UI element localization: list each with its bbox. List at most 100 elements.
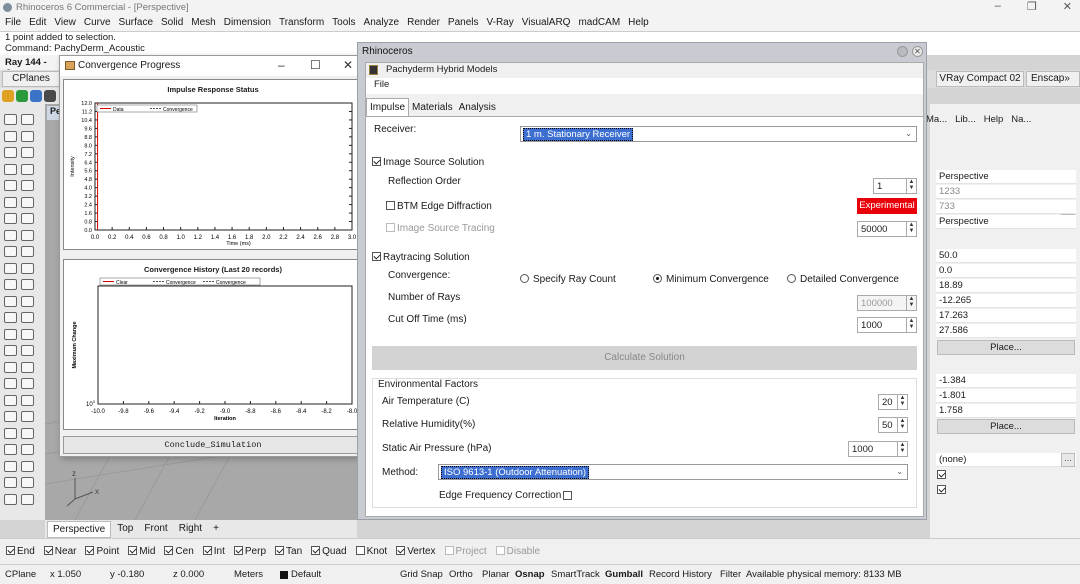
tab-materials[interactable]: Materials: [409, 98, 456, 116]
tool-icon[interactable]: [21, 394, 34, 406]
tool-icon[interactable]: [21, 279, 34, 290]
menu-edit[interactable]: Edit: [29, 17, 46, 31]
tool-icon[interactable]: [4, 361, 17, 373]
tool-icon[interactable]: [4, 345, 17, 356]
menu-file[interactable]: File: [5, 17, 21, 31]
property-field[interactable]: 1233: [936, 185, 1076, 199]
osnap-checkbox[interactable]: [202, 546, 212, 555]
tool-icon[interactable]: [21, 345, 34, 356]
osnap-checkbox[interactable]: [396, 546, 406, 555]
property-field[interactable]: 50.0: [936, 249, 1076, 263]
tool-icon[interactable]: [21, 229, 34, 241]
osnap-checkbox[interactable]: [43, 546, 53, 555]
minimize-icon[interactable]: –: [995, 0, 1001, 13]
panel-tab[interactable]: Lib...: [955, 114, 976, 128]
tab-impulse[interactable]: Impulse: [366, 98, 410, 116]
tool-icon[interactable]: [21, 147, 34, 158]
menu-file[interactable]: File: [366, 78, 923, 94]
radio-minimum-convergence[interactable]: Minimum Convergence: [653, 274, 769, 285]
tool-icon[interactable]: [21, 328, 34, 340]
tool-icon[interactable]: [21, 493, 34, 505]
viewport-tab-front[interactable]: Front: [139, 521, 173, 538]
tool-icon[interactable]: [21, 246, 34, 257]
menu-dimension[interactable]: Dimension: [224, 17, 271, 31]
property-field[interactable]: 17.263: [936, 309, 1076, 323]
menu-view[interactable]: View: [54, 17, 76, 31]
tool-icon[interactable]: [21, 361, 34, 373]
menu-panels[interactable]: Panels: [448, 17, 479, 31]
panel-tab[interactable]: Help: [984, 114, 1004, 128]
units-label[interactable]: Meters: [234, 569, 263, 580]
place-button-1[interactable]: Place...: [937, 340, 1075, 355]
tool-icon[interactable]: [4, 114, 17, 125]
tool-icon[interactable]: [21, 444, 34, 455]
panel-checkbox-2[interactable]: [937, 485, 948, 496]
cplane-label[interactable]: CPlane: [5, 569, 36, 580]
tool-icon[interactable]: [21, 460, 34, 472]
panel-tab[interactable]: Ma...: [926, 114, 947, 128]
number-of-rays-stepper[interactable]: 100000 ▲ ▼: [857, 295, 917, 311]
tool-icon[interactable]: [4, 147, 17, 158]
osnap-disable[interactable]: Disable: [495, 546, 540, 557]
tool-icon[interactable]: [4, 427, 17, 439]
menu-curve[interactable]: Curve: [84, 17, 111, 31]
conclude-simulation-button[interactable]: Conclude_Simulation: [63, 436, 363, 454]
filter-toggle[interactable]: Filter: [720, 569, 741, 580]
close-icon[interactable]: ✕: [912, 46, 923, 57]
tool-icon[interactable]: [21, 378, 34, 389]
tool-icon[interactable]: [21, 411, 34, 422]
close-icon[interactable]: ✕: [1063, 0, 1072, 13]
menu-visualarq[interactable]: VisualARQ: [522, 17, 571, 31]
print-icon[interactable]: [44, 90, 56, 102]
calculate-solution-button[interactable]: Calculate Solution: [372, 346, 917, 370]
tool-icon[interactable]: [21, 163, 34, 175]
new-file-icon[interactable]: [2, 90, 14, 102]
edge-frequency-checkbox[interactable]: [563, 491, 574, 502]
none-field[interactable]: (none): [936, 453, 1076, 467]
smarttrack-toggle[interactable]: SmartTrack: [551, 569, 600, 580]
receiver-select[interactable]: 1 m. Stationary Receiver ⌄: [520, 126, 917, 142]
menu-transform[interactable]: Transform: [279, 17, 324, 31]
menu-vray[interactable]: V-Ray: [487, 17, 514, 31]
tab-vray-compact[interactable]: VRay Compact 02: [936, 71, 1024, 87]
btm-diffraction-checkbox[interactable]: BTM Edge Diffraction: [386, 201, 492, 212]
tool-icon[interactable]: [4, 262, 17, 274]
tab-enscape[interactable]: Enscap»: [1026, 71, 1080, 87]
osnap-int[interactable]: Int: [202, 546, 225, 557]
settings-icon[interactable]: [897, 46, 908, 57]
more-button[interactable]: …: [1061, 453, 1075, 467]
radio-specify-ray-count[interactable]: Specify Ray Count: [520, 274, 616, 285]
osnap-checkbox[interactable]: [233, 546, 243, 555]
osnap-toggle[interactable]: Osnap: [515, 569, 545, 580]
tool-icon[interactable]: [4, 378, 17, 389]
static-air-pressure-stepper[interactable]: 1000 ▲ ▼: [848, 441, 908, 457]
property-field[interactable]: Perspective: [936, 170, 1076, 184]
viewport-tab-top[interactable]: Top: [112, 521, 139, 538]
property-field[interactable]: 733: [936, 200, 1076, 214]
place-button-2[interactable]: Place...: [937, 419, 1075, 434]
planar-toggle[interactable]: Planar: [482, 569, 509, 580]
menu-mesh[interactable]: Mesh: [191, 17, 215, 31]
osnap-checkbox[interactable]: [355, 546, 365, 555]
tool-icon[interactable]: [4, 312, 17, 323]
osnap-quad[interactable]: Quad: [311, 546, 347, 557]
save-icon[interactable]: [30, 90, 42, 102]
property-field[interactable]: -12.265: [936, 294, 1076, 308]
air-temperature-stepper[interactable]: 20 ▲ ▼: [878, 394, 908, 410]
menu-madcam[interactable]: madCAM: [578, 17, 620, 31]
property-field[interactable]: 27.586: [936, 324, 1076, 338]
osnap-checkbox[interactable]: [444, 546, 454, 555]
tool-icon[interactable]: [4, 163, 17, 175]
menu-help[interactable]: Help: [628, 17, 649, 31]
property-field[interactable]: -1.801: [936, 389, 1076, 403]
image-source-tracing-checkbox[interactable]: Image Source Tracing: [386, 223, 495, 234]
panel-tab[interactable]: Na...: [1011, 114, 1031, 128]
tool-icon[interactable]: [21, 130, 34, 142]
maximize-icon[interactable]: ❐: [1027, 0, 1037, 13]
tool-icon[interactable]: [21, 477, 34, 488]
osnap-near[interactable]: Near: [43, 546, 76, 557]
osnap-mid[interactable]: Mid: [128, 546, 155, 557]
tool-icon[interactable]: [4, 493, 17, 505]
property-field[interactable]: -1.384: [936, 374, 1076, 388]
menu-surface[interactable]: Surface: [119, 17, 153, 31]
